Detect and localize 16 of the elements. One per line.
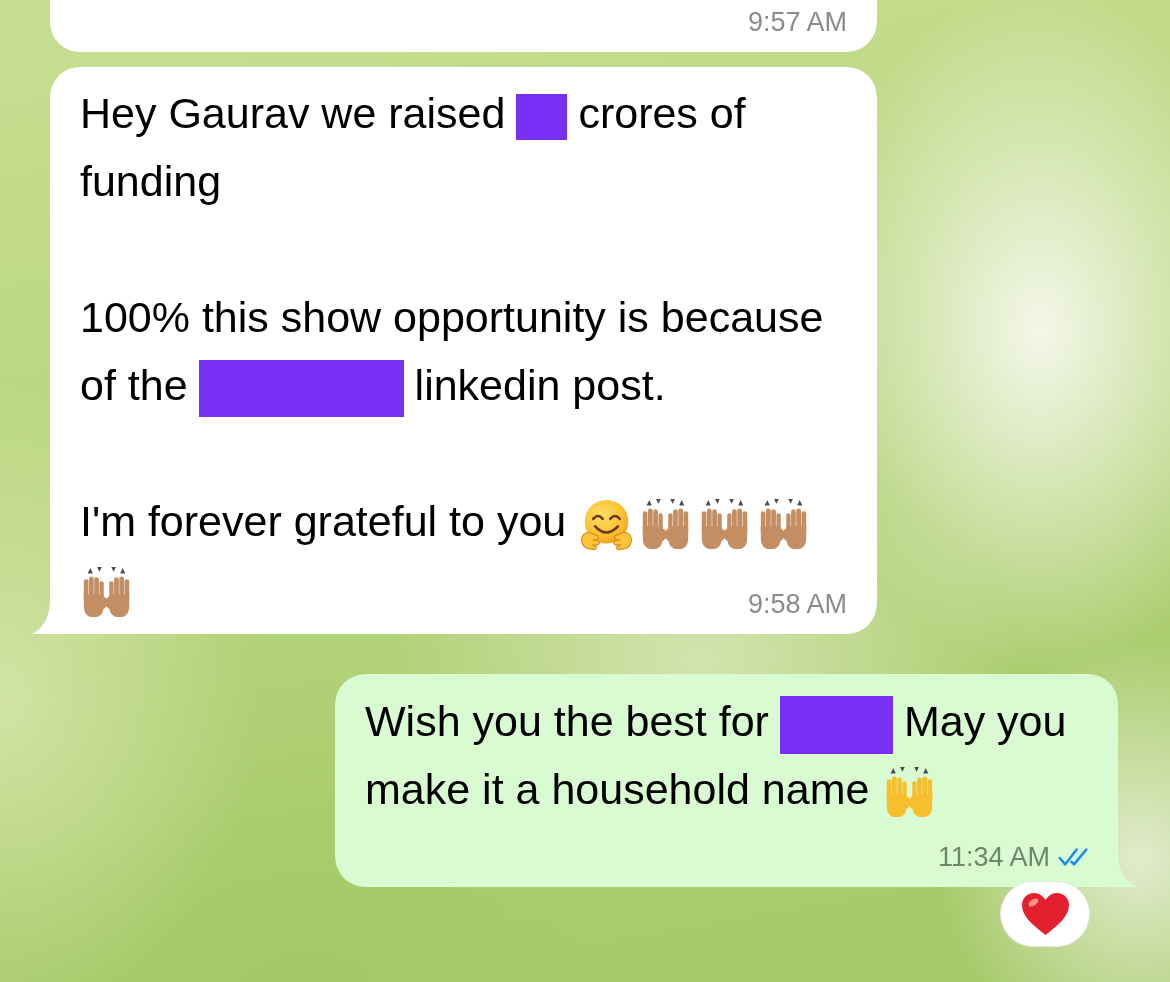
message-time: 9:58 AM bbox=[747, 589, 847, 619]
message-text: of the bbox=[80, 361, 188, 409]
redaction-block bbox=[516, 93, 568, 140]
message-text: I'm forever grateful to you bbox=[80, 497, 567, 545]
hugging-face-icon bbox=[580, 498, 634, 552]
message-text: funding bbox=[80, 157, 222, 205]
message-text: 100% this show opportunity is because bbox=[80, 293, 824, 341]
heart-icon bbox=[1021, 893, 1069, 935]
message-text: May you bbox=[903, 697, 1067, 745]
message-text: crores of bbox=[578, 89, 746, 137]
message-text: Wish you the best for bbox=[365, 697, 769, 745]
message-time: 11:34 AM bbox=[937, 842, 1050, 872]
message-time: 9:57 AM bbox=[747, 7, 847, 37]
message-text: make it a household name bbox=[365, 765, 870, 813]
message-text: Hey Gaurav we raised bbox=[80, 89, 506, 137]
message-text: linkedin post. bbox=[414, 361, 666, 409]
